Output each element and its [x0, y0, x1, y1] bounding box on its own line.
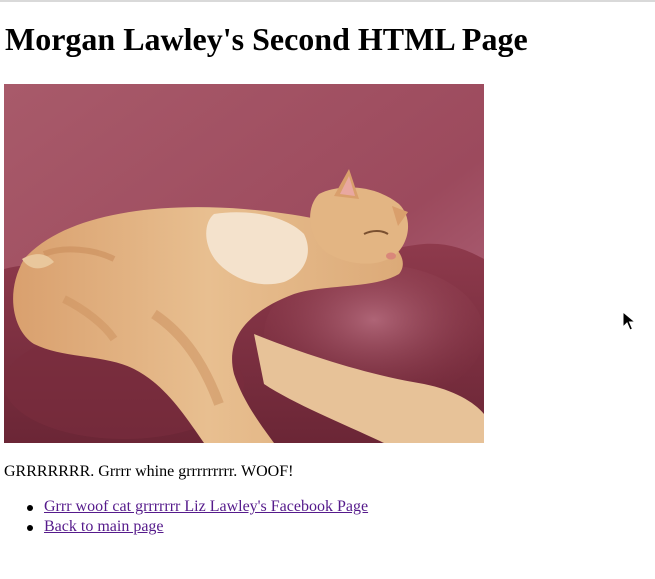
back-to-main-link[interactable]: Back to main page: [44, 518, 164, 535]
link-list: Grrr woof cat grrrrrrr Liz Lawley's Face…: [4, 497, 368, 537]
browser-top-border: [0, 0, 655, 2]
bullet-icon: [27, 505, 33, 511]
body-paragraph: GRRRRRRR. Grrrr whine grrrrrrrrr. WOOF!: [4, 463, 294, 480]
mouse-pointer-icon: [622, 311, 636, 331]
bullet-icon: [27, 525, 33, 531]
page-title: Morgan Lawley's Second HTML Page: [5, 21, 528, 57]
facebook-page-link[interactable]: Grrr woof cat grrrrrrr Liz Lawley's Face…: [44, 498, 368, 515]
list-item: Back to main page: [27, 517, 368, 537]
list-item: Grrr woof cat grrrrrrr Liz Lawley's Face…: [27, 497, 368, 517]
cat-photo: [4, 84, 484, 443]
